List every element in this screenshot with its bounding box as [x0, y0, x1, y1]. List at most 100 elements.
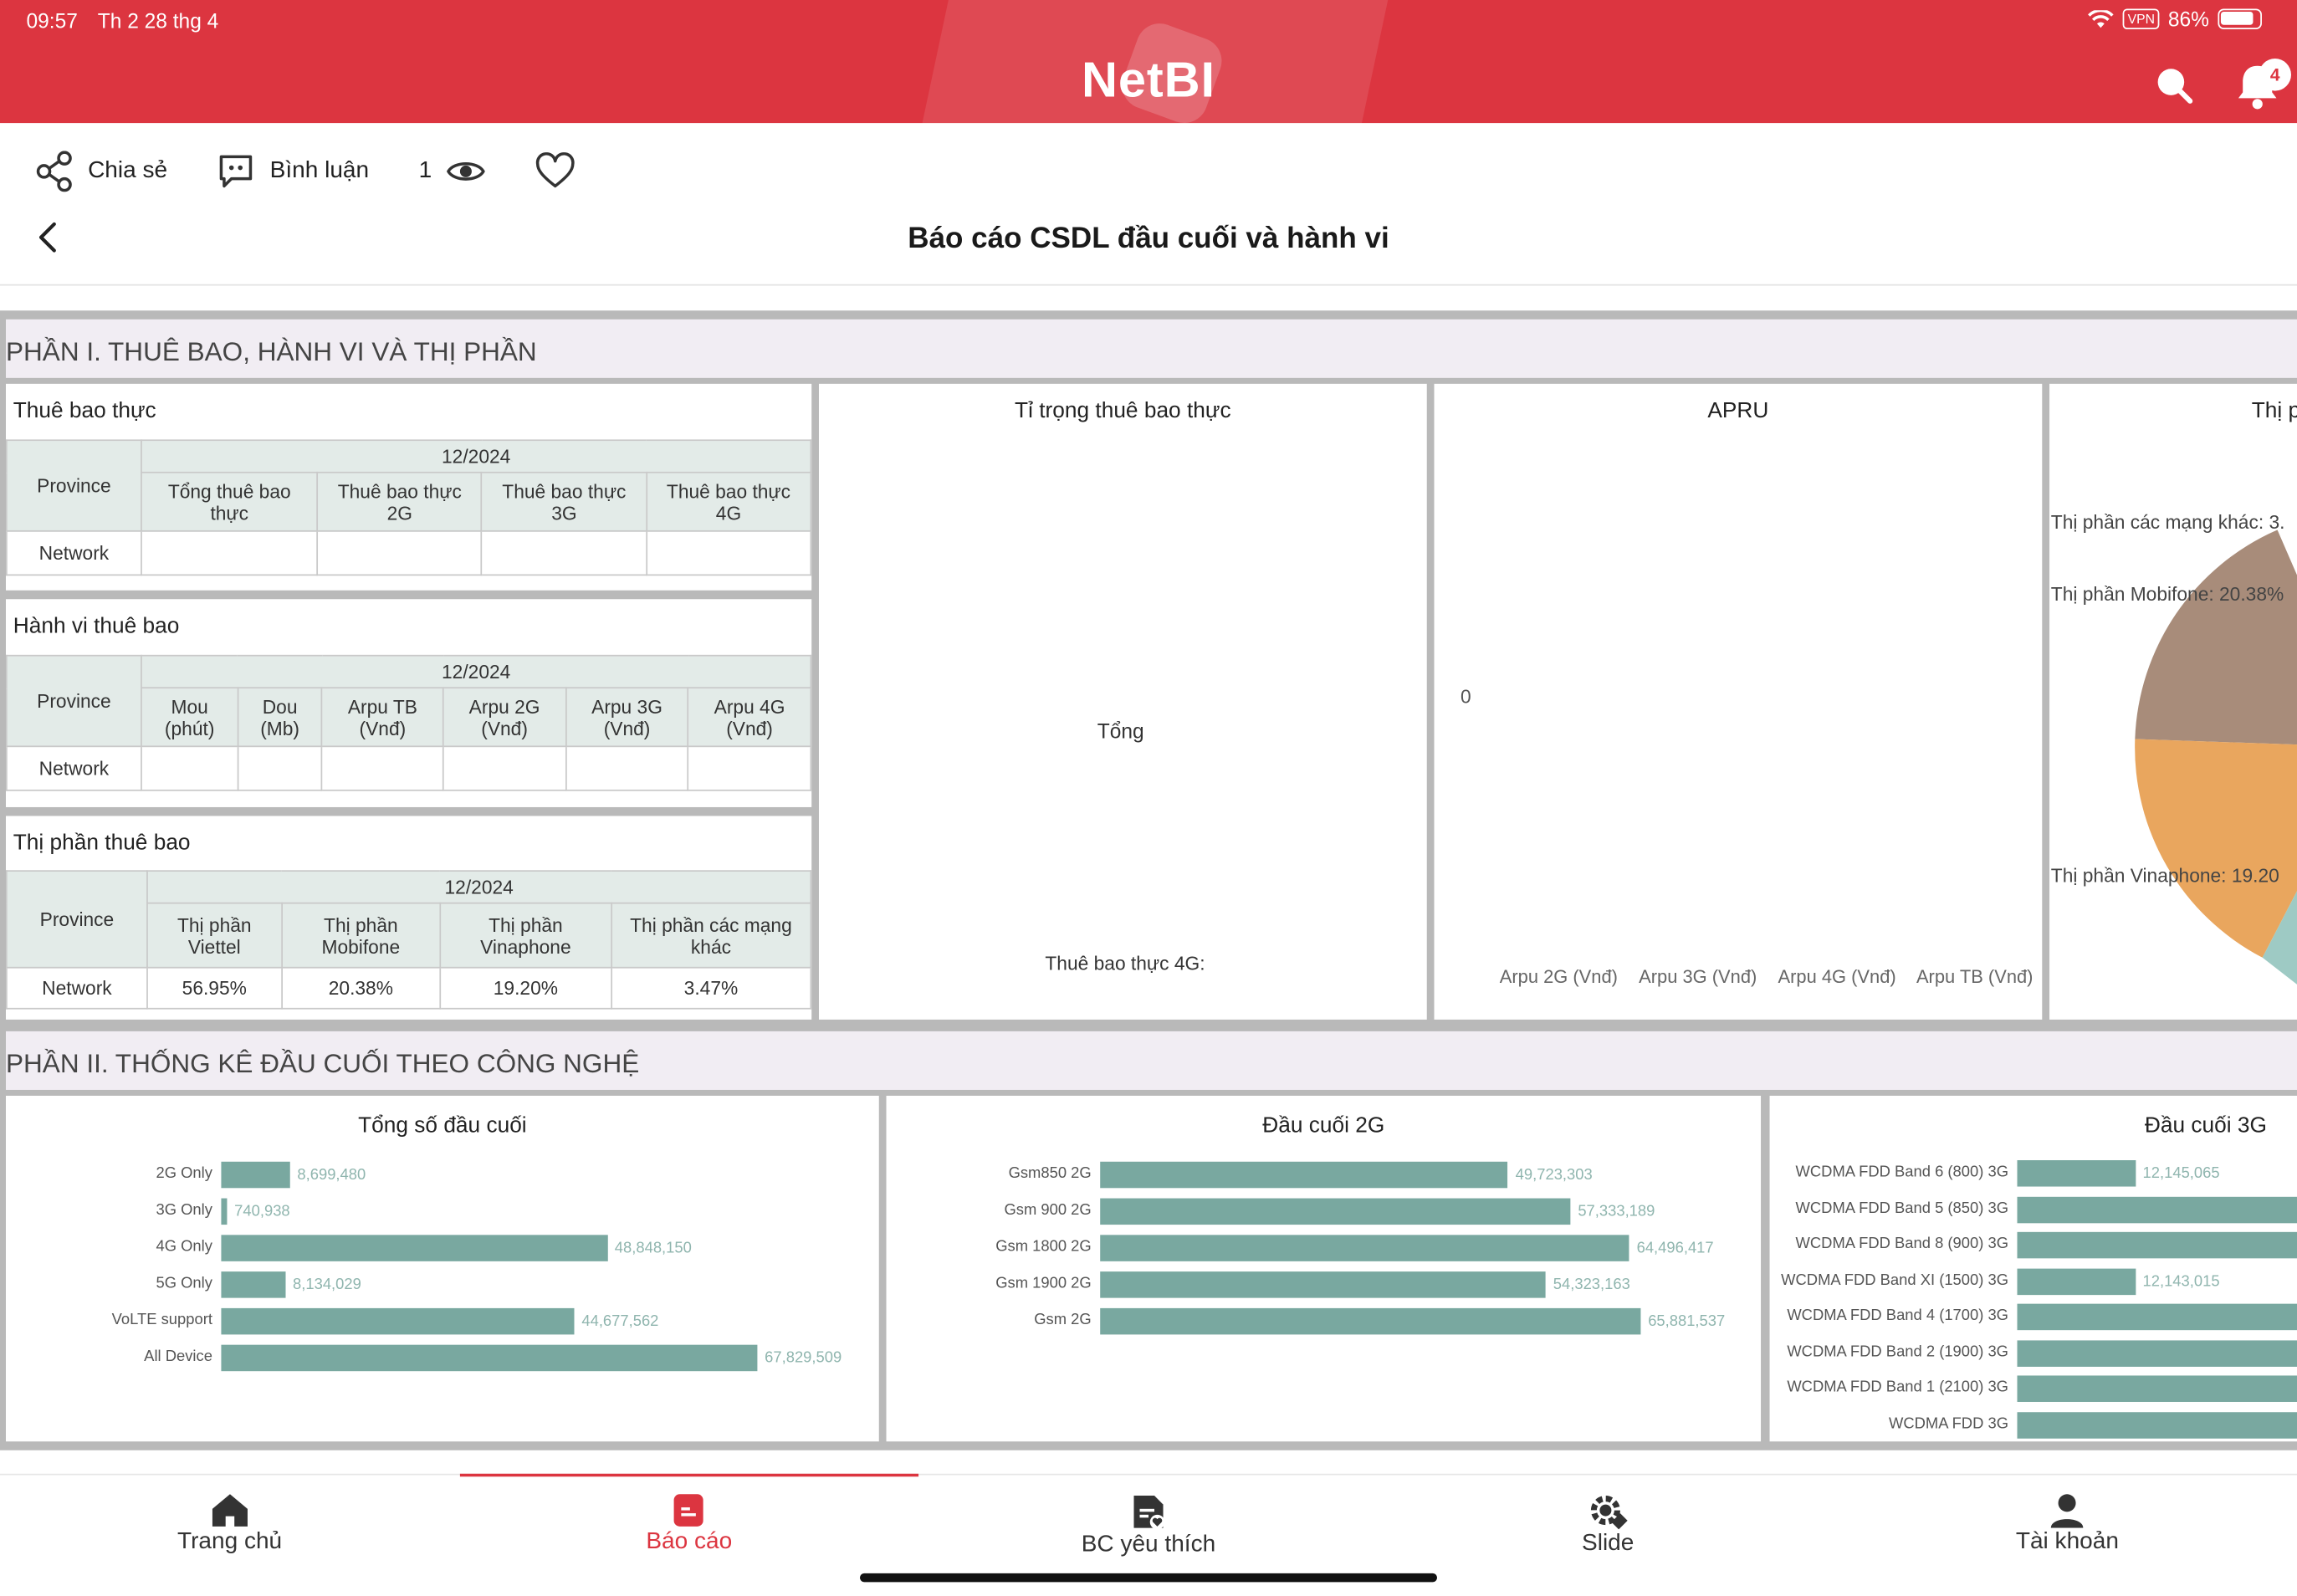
table-row: Network 56.95% 20.38% 19.20% 3.47%	[6, 966, 812, 1010]
bar[interactable]	[221, 1344, 758, 1372]
behavior-row-header: Province	[6, 654, 142, 748]
bar[interactable]	[1100, 1307, 1641, 1335]
wifi-icon	[2088, 9, 2115, 28]
battery-icon	[2218, 8, 2262, 30]
bar-label: WCDMA FDD Band 2 (1900) 3G	[1787, 1343, 2009, 1361]
table-cell	[565, 745, 689, 791]
eye-icon	[446, 161, 485, 181]
bar-label: Gsm 1800 2G	[995, 1237, 1092, 1256]
behavior-panel-title: Hành vi thuê bao	[13, 613, 180, 639]
status-date: Th 2 28 thg 4	[97, 8, 219, 33]
bar[interactable]	[2017, 1303, 2297, 1331]
arpu-panel: APRU 0 Arpu 2G (Vnđ) Arpu 3G (Vnđ) Arpu …	[1434, 383, 2043, 1020]
nav-slide[interactable]: Slide	[1379, 1476, 1838, 1596]
status-bar-left: 09:57 Th 2 28 thg 4	[27, 9, 233, 33]
table-cell: 19.20%	[439, 966, 612, 1010]
behavior-col-header: Arpu 3G (Vnđ)	[565, 687, 689, 748]
bar[interactable]	[2017, 1339, 2297, 1367]
bar-label: WCDMA FDD Band 5 (850) 3G	[1795, 1199, 2009, 1217]
market-share-panel: Thị p Thị phần các mạng khác: 3. Thị phầ…	[2049, 383, 2297, 1020]
slide-gear-icon	[1590, 1496, 1627, 1530]
comment-button[interactable]: Bình luận	[217, 152, 369, 191]
share-period: 12/2024	[146, 870, 812, 904]
bar[interactable]	[1100, 1235, 1629, 1261]
arpu-x-label: Arpu 2G (Vnđ)	[1499, 966, 1618, 988]
share-table: Province 12/2024 Thị phần Viettel Thị ph…	[6, 870, 812, 1010]
dashboard-canvas[interactable]: PHẦN I. THUÊ BAO, HÀNH VI VÀ THỊ PHẦN Th…	[0, 310, 2297, 1450]
section2-heading: PHẦN II. THỐNG KÊ ĐẦU CUỐI THEO CÔNG NGH…	[6, 1031, 2297, 1090]
notification-badge: 4	[2259, 59, 2292, 91]
behavior-panel: Hành vi thuê bao Province 12/2024 Mou (p…	[6, 599, 812, 807]
share-button[interactable]: Chia sẻ	[35, 151, 167, 192]
bar[interactable]	[2017, 1195, 2297, 1223]
arpu-x-label: Arpu 3G (Vnđ)	[1639, 966, 1757, 988]
bar-value-label: 65,881,537	[1648, 1312, 1726, 1331]
arpu-x-label: Arpu 4G (Vnđ)	[1778, 966, 1896, 988]
favorite-report-icon	[1133, 1496, 1165, 1530]
chart-title: Đầu cuối 3G	[2144, 1113, 2267, 1138]
behavior-col-header: Arpu TB (Vnđ)	[320, 687, 444, 748]
status-time: 09:57	[26, 8, 78, 33]
account-icon	[2051, 1494, 2084, 1528]
bar-label: 5G Only	[156, 1274, 212, 1292]
devices-3g-chart: Đầu cuối 3G WCDMA FDD Band 6 (800) 3G 12,…	[1769, 1095, 2297, 1442]
table-cell	[481, 529, 647, 576]
subs-panel-title: Thuê bao thực	[13, 398, 156, 424]
nav-reports[interactable]: Báo cáo	[459, 1473, 918, 1596]
share-panel: Thị phần thuê bao Province 12/2024 Thị p…	[6, 816, 812, 1020]
market-share-pie[interactable]	[2049, 384, 2297, 1020]
home-icon	[212, 1494, 248, 1527]
bar-label: WCDMA FDD Band XI (1500) 3G	[1781, 1271, 2009, 1289]
bar[interactable]	[2017, 1375, 2297, 1402]
battery-percent: 86%	[2167, 7, 2209, 31]
bar-value-label: 740,938	[234, 1202, 290, 1220]
market-label-mobifone: Thị phần Mobifone: 20.38%	[2050, 583, 2284, 606]
bar-label: WCDMA FDD Band 4 (1700) 3G	[1787, 1307, 2009, 1325]
bar-label: WCDMA FDD 3G	[1888, 1414, 2009, 1432]
pie-slice-mobifone[interactable]	[2135, 529, 2297, 747]
heart-icon	[535, 152, 575, 188]
bar[interactable]	[2017, 1160, 2136, 1187]
comment-label: Bình luận	[269, 158, 370, 183]
favorite-button[interactable]	[535, 152, 576, 191]
total-devices-chart: Tổng số đầu cuối 2G Only 8,699,480 3G Only…	[6, 1095, 879, 1442]
search-icon[interactable]	[2153, 64, 2194, 105]
bar[interactable]	[221, 1271, 286, 1298]
table-row: Network	[6, 745, 812, 791]
bar[interactable]	[2017, 1267, 2136, 1295]
bar[interactable]	[221, 1161, 290, 1189]
status-bar-right: VPN 86%	[2088, 8, 2262, 31]
nav-account[interactable]: Tài khoản	[1838, 1476, 2297, 1596]
table-cell: 20.38%	[280, 966, 442, 1010]
ratio-center-label: Tổng	[1097, 719, 1144, 743]
behavior-col-header: Mou (phút)	[141, 687, 239, 748]
table-cell: 56.95%	[146, 966, 283, 1010]
share-col-header: Thị phần Viettel	[146, 902, 283, 969]
bar[interactable]	[2017, 1411, 2297, 1438]
bar-value-label: 57,333,189	[1578, 1202, 1655, 1220]
top-app-bar: 09:57 Th 2 28 thg 4 VPN 86% NetBI 4	[0, 0, 2297, 124]
nav-home[interactable]: Trang chủ	[0, 1476, 459, 1596]
bar-value-label: 8,699,480	[297, 1166, 366, 1184]
bar[interactable]	[221, 1307, 575, 1335]
subs-col-header: Thuê bao thực 4G	[645, 471, 812, 532]
ratio-panel-title: Tỉ trọng thuê bao thực	[1015, 398, 1231, 424]
vpn-indicator: VPN	[2123, 8, 2160, 30]
bar-label: 4G Only	[156, 1237, 212, 1256]
table-cell	[316, 529, 483, 576]
subs-col-header: Thuê bao thực 2G	[316, 471, 483, 532]
bar[interactable]	[221, 1198, 228, 1225]
views-counter: 1	[419, 158, 485, 185]
bar[interactable]	[221, 1235, 608, 1261]
table-cell	[320, 745, 444, 791]
share-col-header: Thị phần Vinaphone	[439, 902, 612, 969]
bar[interactable]	[2017, 1231, 2297, 1259]
arpu-x-label: Arpu TB (Vnđ)	[1916, 966, 2034, 988]
bar-value-label: 67,829,509	[765, 1348, 842, 1367]
bar[interactable]	[1100, 1271, 1547, 1298]
bar[interactable]	[1100, 1198, 1571, 1225]
chart-title: Tổng số đầu cuối	[358, 1113, 527, 1138]
bar-label: VoLTE support	[111, 1311, 212, 1329]
bar[interactable]	[1100, 1161, 1508, 1189]
pie-slice-vinaphone[interactable]	[2135, 739, 2297, 958]
